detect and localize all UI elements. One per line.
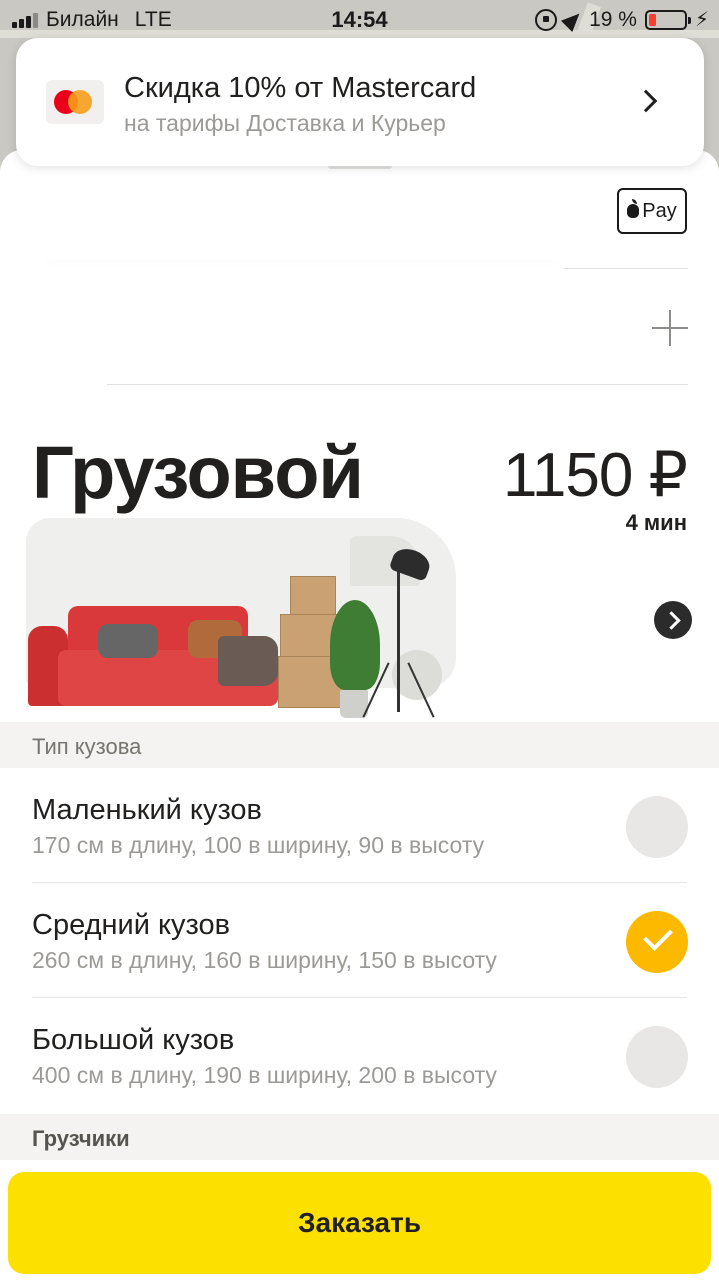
apple-icon: [627, 199, 640, 218]
option-title: Большой кузов: [32, 1024, 235, 1056]
battery-icon: [644, 9, 691, 30]
mastercard-promo-banner[interactable]: Скидка 10% от Mastercard на тарифы Доста…: [16, 38, 704, 166]
loaders-header-label: Грузчики: [32, 1126, 130, 1151]
body-option-medium[interactable]: Средний кузов 260 см в длину, 160 в шири…: [0, 883, 719, 998]
add-stop-icon[interactable]: [652, 310, 688, 346]
body-option-large[interactable]: Большой кузов 400 см в длину, 190 в шири…: [0, 998, 719, 1113]
promo-title: Скидка 10% от Mastercard: [124, 72, 477, 104]
pay-label: Pay: [642, 199, 677, 222]
option-title: Маленький кузов: [32, 794, 262, 826]
order-button[interactable]: Заказать: [8, 1172, 711, 1274]
option-desc: 400 см в длину, 190 в ширину, 200 в высо…: [32, 1062, 497, 1088]
option-title: Средний кузов: [32, 909, 230, 941]
divider: [107, 384, 688, 385]
payment-method-button[interactable]: Pay: [617, 188, 687, 234]
tariff-price: 1150 ₽: [503, 441, 688, 510]
body-option-small[interactable]: Маленький кузов 170 см в длину, 100 в ши…: [0, 768, 719, 883]
charging-icon: ⚡: [694, 9, 709, 31]
location-icon: [561, 7, 586, 32]
promo-subtitle: на тарифы Доставка и Курьер: [124, 110, 446, 136]
status-bar: Билайн LTE 14:54 19 % ⚡: [0, 0, 719, 40]
body-type-header-label: Тип кузова: [32, 734, 142, 759]
radio-unchecked[interactable]: [626, 1026, 688, 1088]
divider: [564, 268, 688, 269]
sofa-image: [28, 606, 278, 706]
mastercard-logo-icon: [46, 80, 104, 124]
radio-unchecked[interactable]: [626, 796, 688, 858]
option-desc: 260 см в длину, 160 в ширину, 150 в высо…: [32, 947, 497, 973]
body-type-header: Тип кузова: [0, 722, 719, 768]
battery-percent: 19 %: [589, 7, 637, 31]
option-desc: 170 см в длину, 100 в ширину, 90 в высот…: [32, 832, 485, 858]
loaders-header: Грузчики: [0, 1114, 719, 1160]
rotation-lock-icon: [535, 8, 558, 31]
order-sheet: Pay Грузовой 1150 ₽ 4 мин Тип кузова Мал…: [0, 150, 719, 1280]
chevron-right-icon: [634, 89, 658, 113]
tariff-eta: 4 мин: [625, 510, 687, 535]
route-field[interactable]: [38, 180, 564, 260]
tariff-details-chevron-icon[interactable]: [654, 601, 692, 639]
radio-checked-icon[interactable]: [626, 911, 688, 973]
tariff-name: Грузовой: [32, 431, 364, 514]
cargo-van-illustration: [20, 510, 470, 720]
